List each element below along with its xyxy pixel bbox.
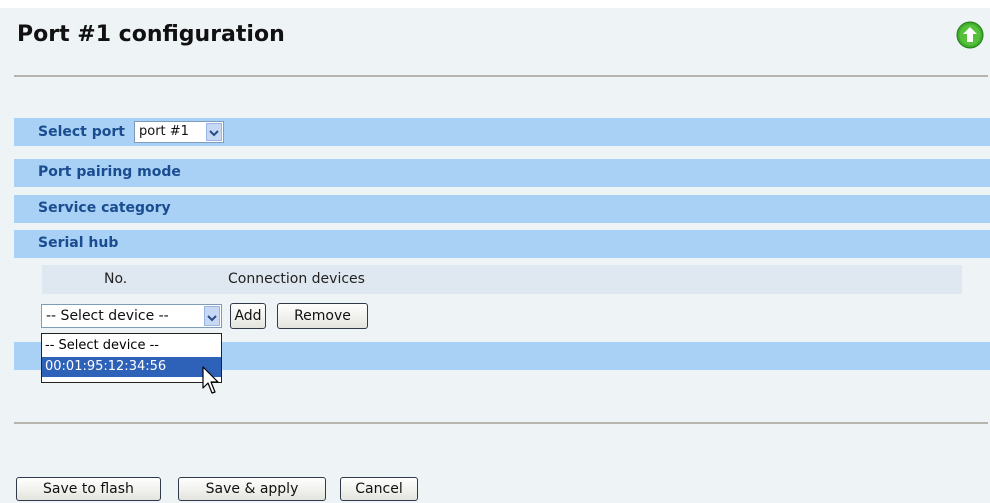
cancel-button[interactable]: Cancel <box>340 477 418 501</box>
device-option-mac[interactable]: 00:01:95:12:34:56 <box>42 357 221 377</box>
device-dropdown-list[interactable]: -- Select device -- 00:01:95:12:34:56 <box>41 333 222 383</box>
arrow-up-circle-icon[interactable] <box>956 21 984 49</box>
bottom-divider <box>14 422 988 424</box>
save-and-apply-button[interactable]: Save & apply <box>178 477 326 501</box>
port-select[interactable]: port #1 <box>134 121 224 143</box>
chevron-down-icon[interactable] <box>204 306 220 326</box>
serial-hub-bar[interactable]: Serial hub <box>14 230 990 258</box>
remove-device-button[interactable]: Remove <box>277 303 368 329</box>
service-category-label: Service category <box>38 200 171 216</box>
page-title: Port #1 configuration <box>17 22 285 47</box>
config-panel: Port #1 configuration Select port port #… <box>0 8 990 503</box>
device-option-placeholder[interactable]: -- Select device -- <box>42 336 221 356</box>
device-select[interactable]: -- Select device -- <box>41 304 222 328</box>
select-port-bar: Select port port #1 <box>14 118 990 146</box>
add-device-button[interactable]: Add <box>230 303 266 329</box>
device-select-value: -- Select device -- <box>46 308 169 324</box>
save-to-flash-button[interactable]: Save to flash <box>16 477 161 501</box>
column-connection-devices: Connection devices <box>228 271 365 287</box>
port-pairing-mode-bar[interactable]: Port pairing mode <box>14 159 990 187</box>
hub-table-header: No. Connection devices <box>42 265 962 294</box>
top-divider <box>14 75 988 77</box>
select-port-label: Select port <box>38 124 125 140</box>
service-category-bar[interactable]: Service category <box>14 195 990 223</box>
mouse-pointer-icon <box>202 366 219 394</box>
port-pairing-mode-label: Port pairing mode <box>38 164 181 180</box>
port-select-value: port #1 <box>139 124 189 139</box>
serial-hub-label: Serial hub <box>38 235 119 251</box>
chevron-down-icon[interactable] <box>206 123 222 141</box>
column-no: No. <box>104 271 128 287</box>
